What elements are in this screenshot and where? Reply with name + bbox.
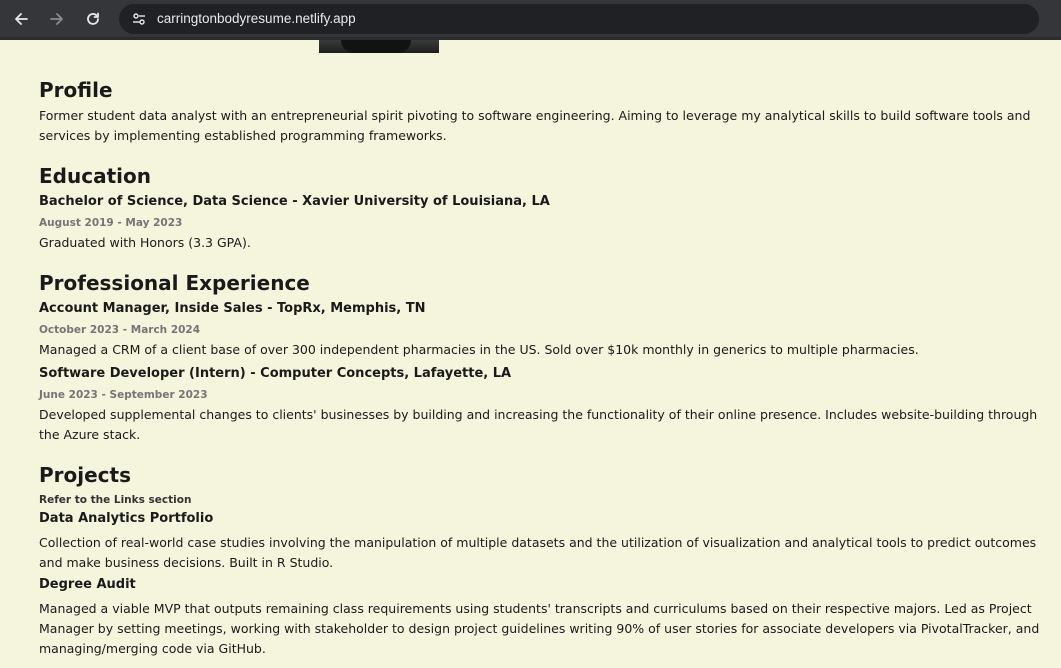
section-heading-experience: Professional Experience — [39, 271, 310, 295]
entry-title: Degree Audit — [39, 577, 136, 592]
experience-entry: Software Developer (Intern) - Computer C… — [39, 364, 1054, 445]
arrow-right-icon — [50, 12, 63, 25]
profile-text: Former student data analyst with an entr… — [39, 108, 1031, 143]
tune-icon — [133, 12, 145, 25]
browser-toolbar: carringtonbodyresume.netlify.app — [0, 0, 1061, 40]
address-bar[interactable]: carringtonbodyresume.netlify.app — [119, 3, 1039, 34]
entry-dates: October 2023 - March 2024 — [39, 324, 201, 336]
profile-photo — [319, 40, 439, 53]
entry-title: Software Developer (Intern) - Computer C… — [39, 366, 512, 381]
url-text[interactable]: carringtonbodyresume.netlify.app — [157, 11, 356, 26]
entry-dates: June 2023 - September 2023 — [39, 389, 208, 401]
entry-dates: August 2019 - May 2023 — [39, 217, 183, 229]
entry-title: Data Analytics Portfolio — [39, 511, 214, 526]
reload-icon — [87, 12, 99, 25]
profile-section: Profile Former student data analyst with… — [39, 74, 1054, 146]
project-entry: Data Analytics Portfolio Collection of r… — [39, 509, 1054, 573]
back-button[interactable] — [7, 5, 35, 33]
section-heading-education: Education — [39, 164, 151, 188]
reload-button[interactable] — [79, 5, 107, 33]
projects-note: Refer to the Links section — [39, 494, 192, 506]
education-entry: Bachelor of Science, Data Science - Xavi… — [39, 192, 1054, 253]
entry-description: Developed supplemental changes to client… — [39, 407, 1038, 442]
section-heading-projects: Projects — [39, 463, 132, 487]
entry-description: Collection of real-world case studies in… — [39, 535, 1037, 570]
resume-content: Profile Former student data analyst with… — [39, 74, 1054, 659]
site-info-button[interactable] — [127, 7, 151, 31]
forward-button[interactable] — [43, 5, 71, 33]
section-heading-profile: Profile — [39, 78, 113, 102]
projects-section: Projects Refer to the Links section Data… — [39, 459, 1054, 659]
entry-description: Graduated with Honors (3.3 GPA). — [39, 235, 251, 250]
entry-description: Managed a CRM of a client base of over 3… — [39, 342, 919, 357]
education-section: Education Bachelor of Science, Data Scie… — [39, 160, 1054, 253]
project-entry: Degree Audit Managed a viable MVP that o… — [39, 575, 1054, 659]
experience-section: Professional Experience Account Manager,… — [39, 267, 1054, 445]
arrow-left-icon — [15, 12, 28, 25]
experience-entry: Account Manager, Inside Sales - TopRx, M… — [39, 299, 1054, 360]
entry-title: Bachelor of Science, Data Science - Xavi… — [39, 194, 550, 209]
entry-title: Account Manager, Inside Sales - TopRx, M… — [39, 301, 426, 316]
entry-description: Managed a viable MVP that outputs remain… — [39, 601, 1040, 656]
